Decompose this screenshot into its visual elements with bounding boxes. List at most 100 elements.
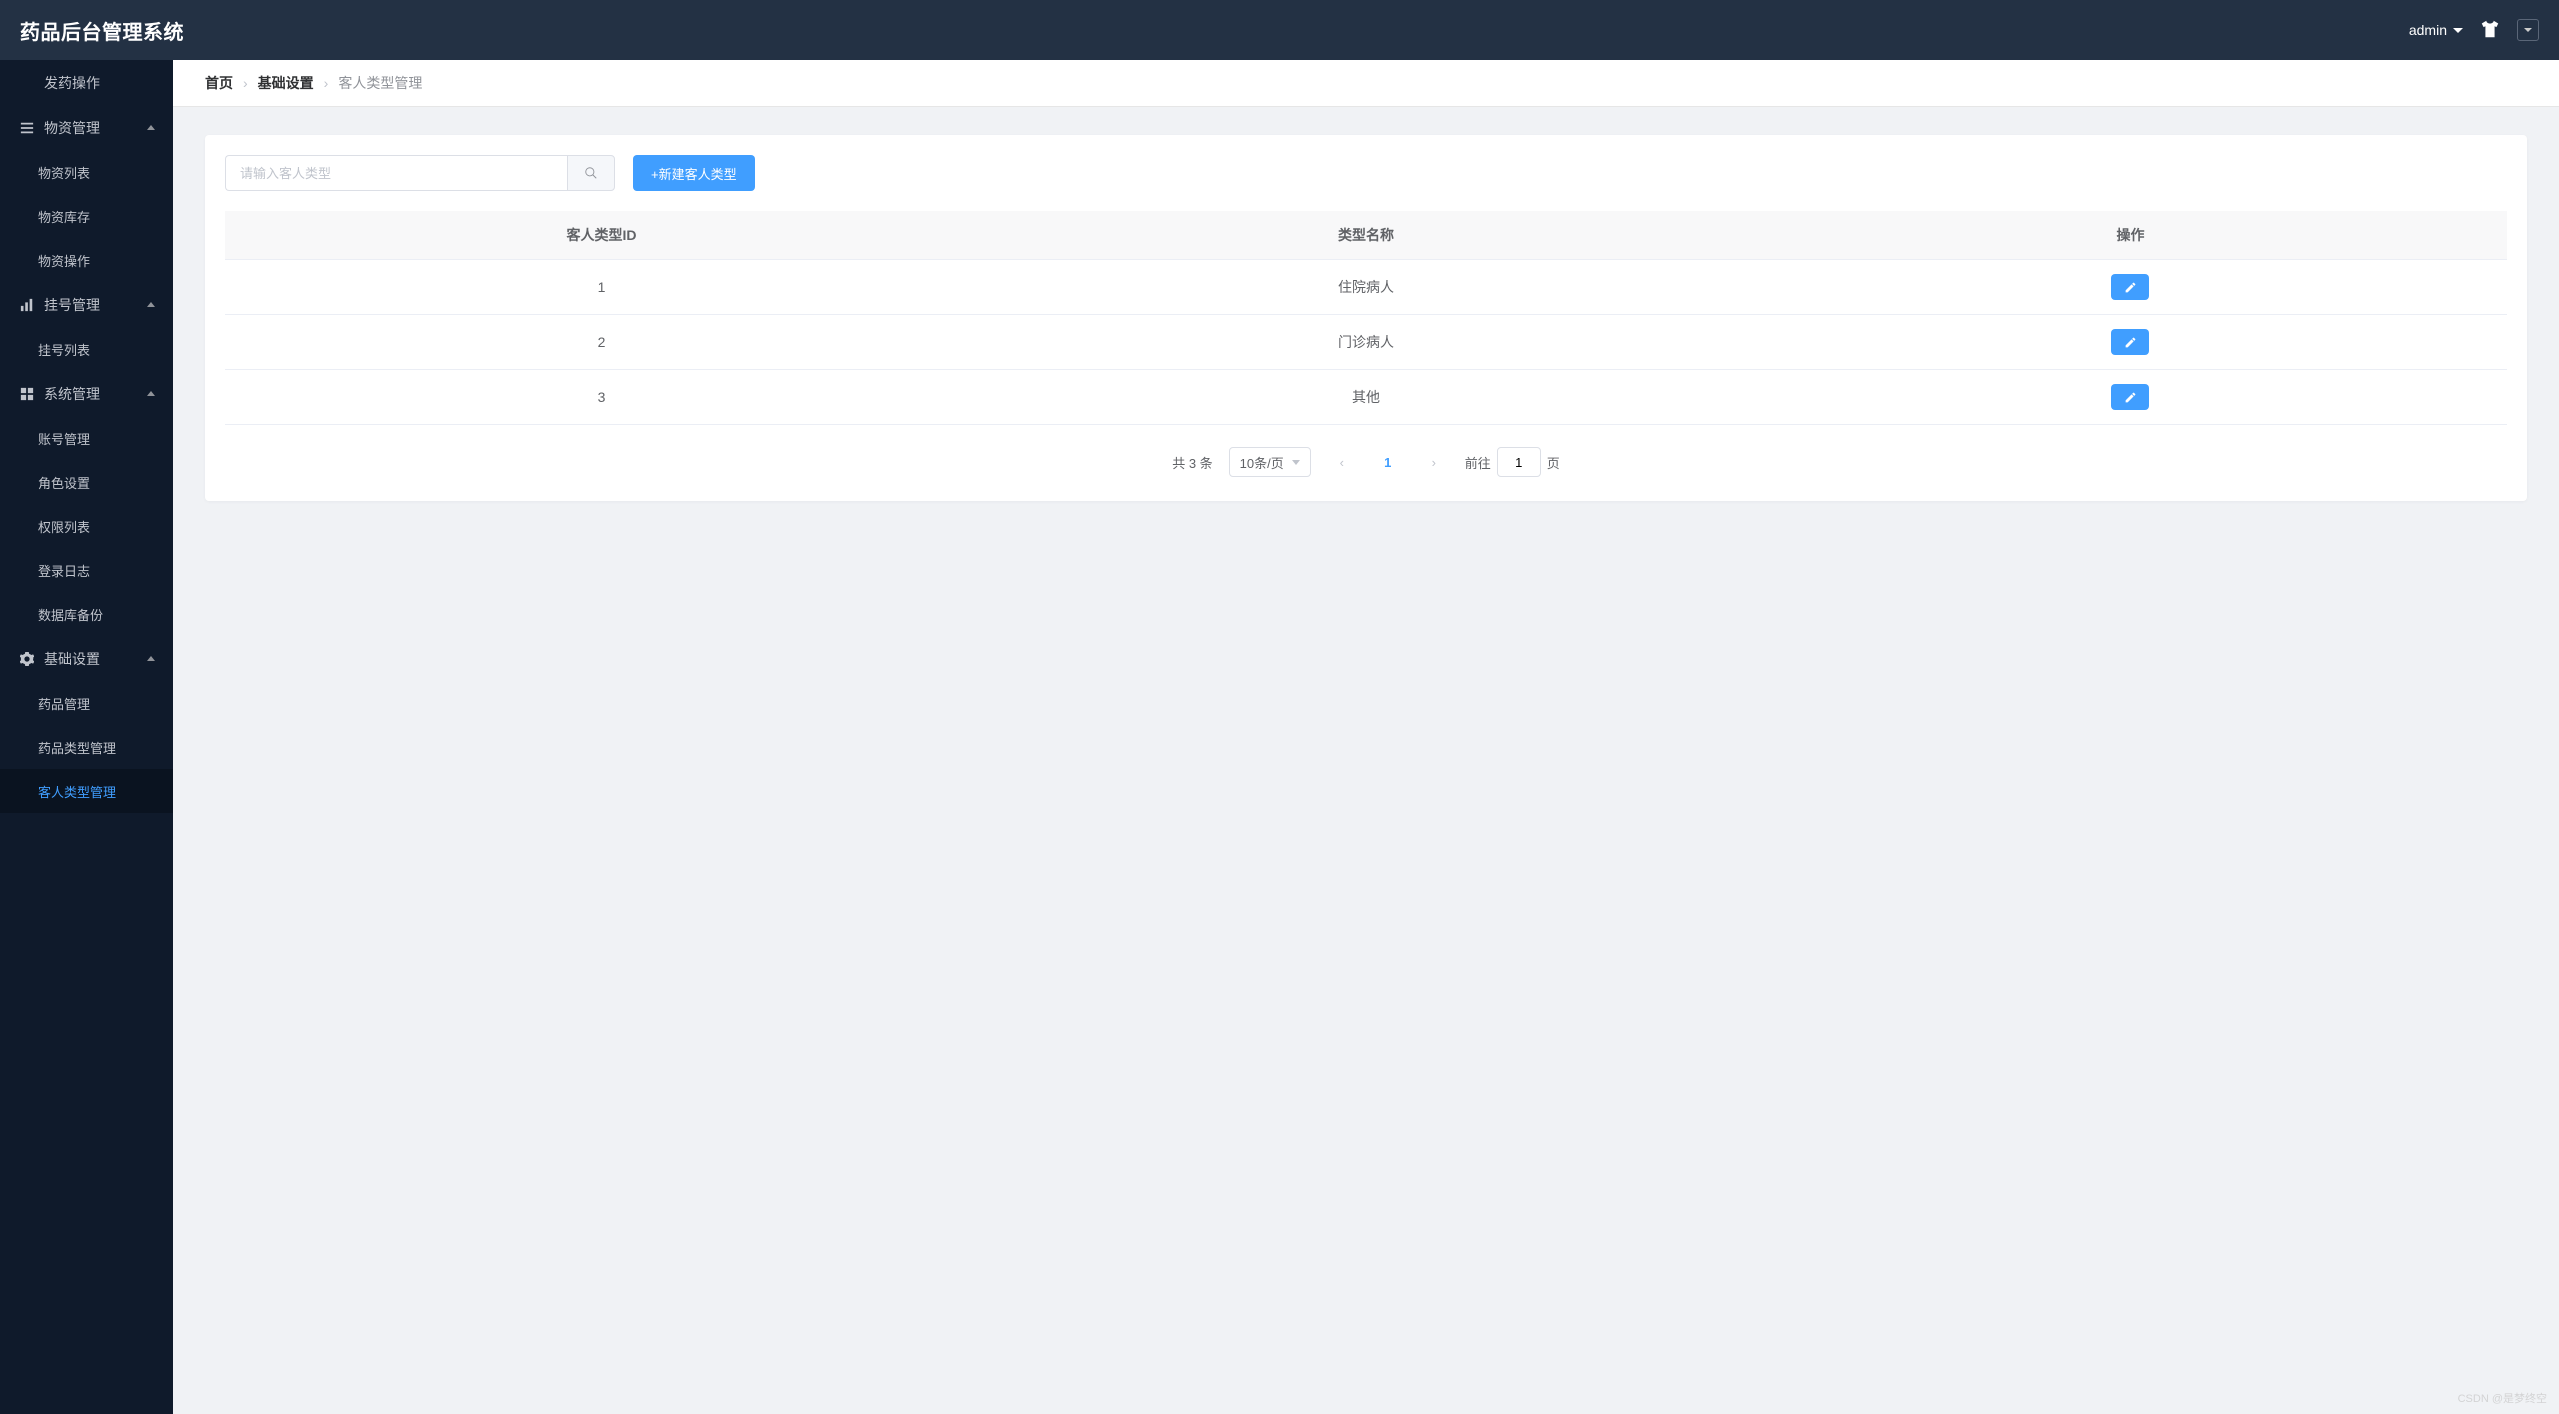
cell-id: 1 xyxy=(225,260,978,315)
cell-id: 3 xyxy=(225,370,978,425)
chevron-down-icon xyxy=(1292,460,1300,465)
sidebar-label: 物资操作 xyxy=(38,251,90,270)
page-size-select[interactable]: 10条/页 xyxy=(1229,447,1311,477)
sidebar-label: 物资库存 xyxy=(38,207,90,226)
user-dropdown[interactable]: admin xyxy=(2409,22,2463,38)
main: 首页 › 基础设置 › 客人类型管理 +新建客人类型 xyxy=(173,60,2559,1414)
sidebar-item[interactable]: 物资列表 xyxy=(0,150,173,194)
pencil-icon xyxy=(2124,281,2137,294)
breadcrumb-item-current: 客人类型管理 xyxy=(338,73,422,93)
goto-prefix: 前往 xyxy=(1465,453,1491,472)
edit-button[interactable] xyxy=(2111,274,2149,300)
pencil-icon xyxy=(2124,391,2137,404)
sidebar-item[interactable]: 物资库存 xyxy=(0,194,173,238)
page-number[interactable]: 1 xyxy=(1373,447,1403,477)
sidebar-label: 数据库备份 xyxy=(38,605,103,624)
sidebar: 发药操作物资管理物资列表物资库存物资操作挂号管理挂号列表系统管理账号管理角色设置… xyxy=(0,60,173,1414)
chevron-down-icon xyxy=(2524,28,2532,32)
sidebar-label: 账号管理 xyxy=(38,429,90,448)
sidebar-item[interactable]: 角色设置 xyxy=(0,460,173,504)
sidebar-item[interactable]: 挂号列表 xyxy=(0,327,173,371)
theme-icon[interactable] xyxy=(2479,18,2501,43)
sidebar-group[interactable]: 挂号管理 xyxy=(0,282,173,327)
sidebar-label: 挂号管理 xyxy=(44,295,100,315)
sidebar-group[interactable]: 系统管理 xyxy=(0,371,173,416)
sidebar-item[interactable]: 发药操作 xyxy=(0,60,173,105)
sidebar-item[interactable]: 药品类型管理 xyxy=(0,725,173,769)
sidebar-label: 基础设置 xyxy=(44,649,100,669)
user-name: admin xyxy=(2409,22,2447,38)
cell-name: 住院病人 xyxy=(978,260,1754,315)
pagination: 共 3 条 10条/页 ‹ 1 › 前往 页 xyxy=(225,447,2507,477)
sidebar-item[interactable]: 物资操作 xyxy=(0,238,173,282)
sidebar-group[interactable]: 基础设置 xyxy=(0,636,173,681)
search-box xyxy=(225,155,615,191)
topbar-right: admin xyxy=(2409,18,2539,43)
chart-icon xyxy=(20,298,34,312)
chevron-up-icon xyxy=(147,391,155,396)
create-button[interactable]: +新建客人类型 xyxy=(633,155,755,191)
sidebar-label: 物资列表 xyxy=(38,163,90,182)
breadcrumb-sep: › xyxy=(243,75,248,91)
sidebar-label: 药品类型管理 xyxy=(38,738,116,757)
table-row: 2门诊病人 xyxy=(225,315,2507,370)
next-page-button[interactable]: › xyxy=(1419,447,1449,477)
sidebar-label: 发药操作 xyxy=(44,73,100,93)
sidebar-label: 角色设置 xyxy=(38,473,90,492)
sidebar-item[interactable]: 登录日志 xyxy=(0,548,173,592)
grid-icon xyxy=(20,387,34,401)
table-row: 1住院病人 xyxy=(225,260,2507,315)
cell-ops xyxy=(1754,260,2507,315)
search-input[interactable] xyxy=(225,155,567,191)
data-table: 客人类型ID 类型名称 操作 1住院病人2门诊病人3其他 xyxy=(225,211,2507,425)
bars-icon xyxy=(20,121,34,135)
cell-name: 门诊病人 xyxy=(978,315,1754,370)
sidebar-label: 客人类型管理 xyxy=(38,782,116,801)
prev-page-button[interactable]: ‹ xyxy=(1327,447,1357,477)
goto-suffix: 页 xyxy=(1547,453,1560,472)
table-row: 3其他 xyxy=(225,370,2507,425)
content: +新建客人类型 客人类型ID 类型名称 操作 1住院病人2门诊病人3其他 共 3… xyxy=(173,107,2559,1414)
caret-down-icon xyxy=(2453,28,2463,33)
breadcrumb-item[interactable]: 基础设置 xyxy=(258,73,314,93)
breadcrumb-sep: › xyxy=(324,75,329,91)
col-ops: 操作 xyxy=(1754,211,2507,260)
col-name: 类型名称 xyxy=(978,211,1754,260)
topbar-menu-button[interactable] xyxy=(2517,19,2539,41)
sidebar-label: 系统管理 xyxy=(44,384,100,404)
search-button[interactable] xyxy=(567,155,615,191)
sidebar-item[interactable]: 药品管理 xyxy=(0,681,173,725)
breadcrumb: 首页 › 基础设置 › 客人类型管理 xyxy=(173,60,2559,107)
page-size-label: 10条/页 xyxy=(1240,453,1284,472)
sidebar-item[interactable]: 客人类型管理 xyxy=(0,769,173,813)
cell-ops xyxy=(1754,315,2507,370)
cell-id: 2 xyxy=(225,315,978,370)
breadcrumb-item[interactable]: 首页 xyxy=(205,73,233,93)
edit-button[interactable] xyxy=(2111,329,2149,355)
sidebar-label: 权限列表 xyxy=(38,517,90,536)
sidebar-group[interactable]: 物资管理 xyxy=(0,105,173,150)
app-title: 药品后台管理系统 xyxy=(20,16,184,45)
sidebar-label: 挂号列表 xyxy=(38,340,90,359)
search-icon xyxy=(584,166,598,180)
sidebar-item[interactable]: 账号管理 xyxy=(0,416,173,460)
chevron-up-icon xyxy=(147,125,155,130)
sidebar-item[interactable]: 数据库备份 xyxy=(0,592,173,636)
card: +新建客人类型 客人类型ID 类型名称 操作 1住院病人2门诊病人3其他 共 3… xyxy=(205,135,2527,501)
sidebar-item[interactable]: 权限列表 xyxy=(0,504,173,548)
goto-page: 前往 页 xyxy=(1465,447,1560,477)
col-id: 客人类型ID xyxy=(225,211,978,260)
gear-icon xyxy=(20,652,34,666)
chevron-up-icon xyxy=(147,302,155,307)
sidebar-label: 登录日志 xyxy=(38,561,90,580)
sidebar-label: 物资管理 xyxy=(44,118,100,138)
toolbar: +新建客人类型 xyxy=(225,155,2507,191)
chevron-up-icon xyxy=(147,656,155,661)
cell-name: 其他 xyxy=(978,370,1754,425)
edit-button[interactable] xyxy=(2111,384,2149,410)
pagination-total: 共 3 条 xyxy=(1172,453,1212,472)
goto-input[interactable] xyxy=(1497,447,1541,477)
pencil-icon xyxy=(2124,336,2137,349)
topbar: 药品后台管理系统 admin xyxy=(0,0,2559,60)
cell-ops xyxy=(1754,370,2507,425)
